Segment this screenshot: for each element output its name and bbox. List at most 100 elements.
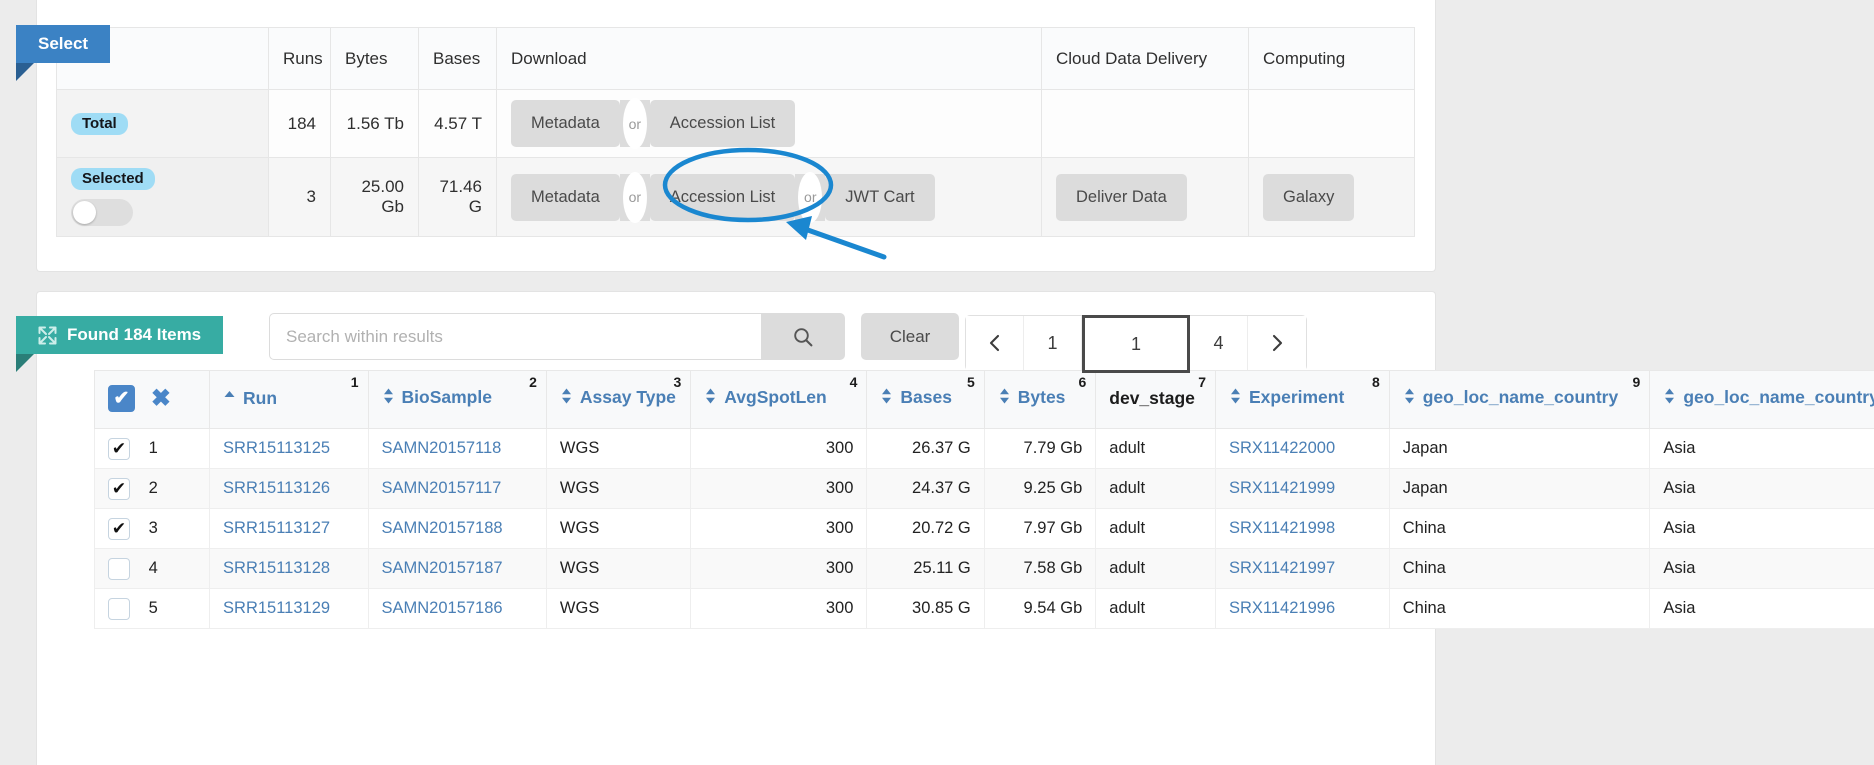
summary-col-download: Download bbox=[496, 27, 1042, 90]
found-items-tab[interactable]: Found 184 Items bbox=[16, 316, 224, 372]
summary-col-computing: Computing bbox=[1248, 27, 1415, 90]
experiment-link[interactable]: SRX11422000 bbox=[1229, 439, 1335, 457]
row-index: 2 bbox=[148, 479, 158, 497]
sort-asc-icon bbox=[223, 388, 236, 409]
biosample-link[interactable]: SAMN20157117 bbox=[382, 479, 502, 497]
next-page-button[interactable] bbox=[1248, 316, 1306, 370]
experiment-link[interactable]: SRX11421998 bbox=[1229, 519, 1335, 537]
selected-or-separator-2: or bbox=[795, 171, 826, 223]
row-checkbox[interactable] bbox=[108, 477, 130, 500]
total-runs: 184 bbox=[268, 89, 331, 158]
header-assay-type[interactable]: Assay Type 3 bbox=[545, 370, 692, 429]
cell-experiment: SRX11421997 bbox=[1215, 548, 1390, 589]
last-page-button[interactable]: 4 bbox=[1190, 316, 1248, 370]
table-row: 1 SRR15113125 SAMN20157118 WGS 300 26.37… bbox=[94, 428, 1874, 469]
cell-dev-stage: adult bbox=[1095, 468, 1216, 509]
cell-country: China bbox=[1388, 548, 1651, 589]
cell-dev-stage: adult bbox=[1095, 428, 1216, 469]
selected-toggle-switch[interactable] bbox=[71, 199, 133, 226]
prev-page-button[interactable] bbox=[966, 316, 1024, 370]
experiment-link[interactable]: SRX11421999 bbox=[1229, 479, 1335, 497]
selected-computing-cell: Galaxy bbox=[1248, 157, 1415, 237]
run-link[interactable]: SRR15113126 bbox=[223, 479, 330, 497]
cell-dev-stage: adult bbox=[1095, 548, 1216, 589]
galaxy-button[interactable]: Galaxy bbox=[1263, 173, 1355, 221]
header-biosample[interactable]: BioSample 2 bbox=[367, 370, 547, 429]
found-items-tab-fold bbox=[16, 354, 34, 372]
header-bytes[interactable]: Bytes 6 bbox=[983, 370, 1097, 429]
cell-avgspotlen: 300 bbox=[690, 508, 868, 549]
total-accession-list-button[interactable]: Accession List bbox=[649, 100, 796, 147]
select-tab-fold bbox=[16, 63, 34, 81]
header-bases[interactable]: Bases 5 bbox=[866, 370, 985, 429]
row-checkbox[interactable] bbox=[108, 517, 130, 540]
toggle-knob bbox=[73, 201, 96, 224]
cell-biosample: SAMN20157117 bbox=[367, 468, 547, 509]
search-button[interactable] bbox=[761, 313, 845, 360]
found-items-label: Found 184 Items bbox=[67, 325, 202, 344]
summary-row-total: Total 184 1.56 Tb 4.57 T Metadata or Acc… bbox=[56, 89, 1415, 158]
total-metadata-button[interactable]: Metadata bbox=[511, 100, 620, 147]
cell-avgspotlen: 300 bbox=[690, 588, 868, 629]
cell-biosample: SAMN20157187 bbox=[367, 548, 547, 589]
header-experiment-number: 8 bbox=[1371, 374, 1380, 390]
cell-bytes: 7.58 Gb bbox=[983, 548, 1097, 589]
select-tab[interactable]: Select bbox=[16, 25, 111, 81]
biosample-link[interactable]: SAMN20157187 bbox=[382, 559, 503, 577]
summary-col-bytes: Bytes bbox=[330, 27, 419, 90]
cell-bytes: 9.54 Gb bbox=[983, 588, 1097, 629]
header-bases-number: 5 bbox=[966, 374, 975, 390]
header-avgspotlen-number: 4 bbox=[849, 374, 858, 390]
selected-metadata-button[interactable]: Metadata bbox=[511, 173, 620, 221]
pagination: 1 1 4 bbox=[965, 315, 1307, 373]
first-page-button[interactable]: 1 bbox=[1024, 316, 1082, 370]
biosample-link[interactable]: SAMN20157186 bbox=[382, 599, 503, 617]
run-link[interactable]: SRR15113128 bbox=[223, 559, 330, 577]
cell-continent: Asia bbox=[1649, 548, 1874, 589]
run-link[interactable]: SRR15113127 bbox=[223, 519, 330, 537]
selected-jwt-cart-button[interactable]: JWT Cart bbox=[825, 173, 935, 221]
header-geo-loc-name-country-continent[interactable]: geo_loc_name_country_continent bbox=[1649, 370, 1874, 429]
cell-bases: 26.37 G bbox=[866, 428, 985, 469]
experiment-link[interactable]: SRX11421996 bbox=[1229, 599, 1335, 617]
header-dev-stage[interactable]: dev_stage 7 bbox=[1095, 370, 1216, 429]
deliver-data-button[interactable]: Deliver Data bbox=[1056, 173, 1187, 221]
expand-arrows-icon bbox=[38, 326, 57, 345]
cell-bases: 24.37 G bbox=[866, 468, 985, 509]
cell-avgspotlen: 300 bbox=[690, 428, 868, 469]
row-checkbox[interactable] bbox=[108, 557, 130, 580]
biosample-link[interactable]: SAMN20157188 bbox=[382, 519, 503, 537]
header-avgspotlen[interactable]: AvgSpotLen 4 bbox=[690, 370, 868, 429]
header-experiment[interactable]: Experiment 8 bbox=[1215, 370, 1390, 429]
results-panel: Clear 1 1 4 bbox=[36, 291, 1874, 765]
cell-dev-stage: adult bbox=[1095, 508, 1216, 549]
row-checkbox[interactable] bbox=[108, 437, 130, 460]
clear-selection-x-icon[interactable]: ✖ bbox=[151, 385, 171, 412]
selected-accession-list-button[interactable]: Accession List bbox=[649, 173, 796, 221]
cell-experiment: SRX11421998 bbox=[1215, 508, 1390, 549]
experiment-link[interactable]: SRX11421997 bbox=[1229, 559, 1335, 577]
total-or-separator: or bbox=[619, 98, 650, 149]
search-input[interactable] bbox=[269, 313, 761, 360]
cell-bytes: 7.79 Gb bbox=[983, 428, 1097, 469]
cell-run: SRR15113129 bbox=[209, 588, 369, 629]
results-table: ✖ Run 1 BioSample 2 bbox=[94, 370, 1874, 629]
header-geo-loc-name-country[interactable]: geo_loc_name_country 9 bbox=[1388, 370, 1651, 429]
header-dev-stage-number: 7 bbox=[1198, 374, 1206, 390]
cell-biosample: SAMN20157188 bbox=[367, 508, 547, 549]
row-checkbox[interactable] bbox=[108, 597, 130, 620]
header-geo-loc-name-country-number: 9 bbox=[1632, 374, 1641, 390]
results-header-row: ✖ Run 1 BioSample 2 bbox=[94, 370, 1874, 429]
biosample-link[interactable]: SAMN20157118 bbox=[382, 439, 502, 457]
cell-continent: Asia bbox=[1649, 508, 1874, 549]
header-run[interactable]: Run 1 bbox=[209, 370, 369, 429]
total-download-cell: Metadata or Accession List bbox=[496, 89, 1042, 158]
run-link[interactable]: SRR15113125 bbox=[223, 439, 330, 457]
row-select-cell: 4 bbox=[94, 548, 211, 589]
cell-biosample: SAMN20157118 bbox=[367, 428, 547, 469]
clear-button[interactable]: Clear bbox=[861, 313, 959, 360]
current-page-input[interactable]: 1 bbox=[1082, 315, 1190, 373]
select-all-checkbox[interactable] bbox=[108, 385, 135, 412]
cell-country: China bbox=[1388, 508, 1651, 549]
run-link[interactable]: SRR15113129 bbox=[223, 599, 330, 617]
